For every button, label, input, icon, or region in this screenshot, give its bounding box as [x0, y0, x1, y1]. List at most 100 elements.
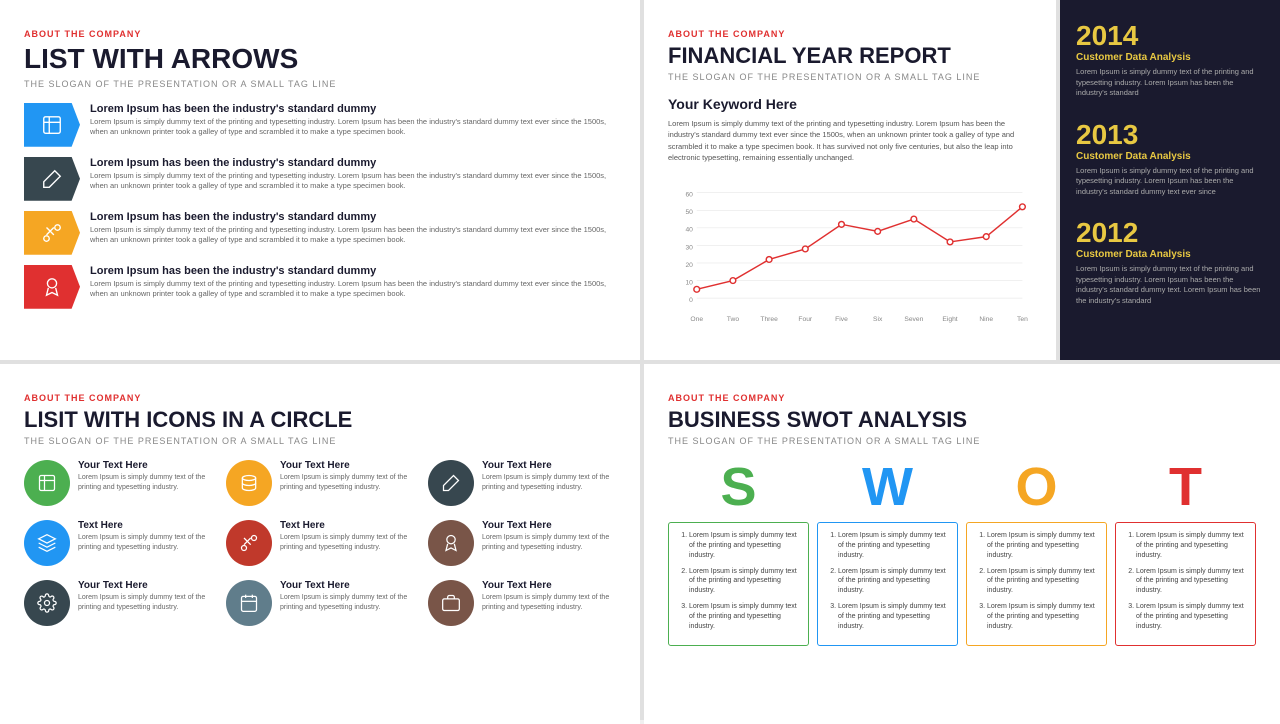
panel3-title: LISIT WITH ICONS IN A CIRCLE	[24, 408, 616, 432]
swot-list-item: Lorem Ipsum is simply dummy text of the …	[838, 567, 949, 596]
svg-text:0: 0	[689, 297, 693, 304]
swot-list: Lorem Ipsum is simply dummy text of the …	[677, 531, 800, 631]
svg-text:30: 30	[685, 244, 693, 251]
icon-heading: Your Text Here	[482, 580, 616, 591]
arrow-desc: Lorem Ipsum is simply dummy text of the …	[90, 225, 616, 246]
year-section-2014: 2014 Customer Data Analysis Lorem Ipsum …	[1076, 20, 1264, 99]
svg-text:60: 60	[685, 192, 693, 199]
year-section-2013: 2013 Customer Data Analysis Lorem Ipsum …	[1076, 119, 1264, 198]
icon-desc: Lorem Ipsum is simply dummy text of the …	[280, 533, 414, 553]
icon-heading: Your Text Here	[280, 460, 414, 471]
arrow-icon	[24, 157, 80, 201]
svg-text:Four: Four	[798, 316, 813, 323]
circle-icon	[24, 580, 70, 626]
icon-item: Your Text Here Lorem Ipsum is simply dum…	[428, 580, 616, 626]
icon-item: Text Here Lorem Ipsum is simply dummy te…	[24, 520, 212, 566]
panel3-tagline: THE SLOGAN OF THE PRESENTATION OR A SMAL…	[24, 436, 616, 446]
panel1-about: ABOUT THE COMPANY	[24, 29, 141, 39]
swot-list-item: Lorem Ipsum is simply dummy text of the …	[1136, 602, 1247, 631]
icon-text: Your Text Here Lorem Ipsum is simply dum…	[482, 520, 616, 553]
arrow-item: Lorem Ipsum has been the industry's stan…	[24, 265, 616, 309]
icon-desc: Lorem Ipsum is simply dummy text of the …	[482, 533, 616, 553]
icon-text: Your Text Here Lorem Ipsum is simply dum…	[482, 580, 616, 613]
swot-list-item: Lorem Ipsum is simply dummy text of the …	[987, 602, 1098, 631]
swot-box-0: Lorem Ipsum is simply dummy text of the …	[668, 522, 809, 646]
swot-list-item: Lorem Ipsum is simply dummy text of the …	[1136, 567, 1247, 596]
panel-icons-circle: ABOUT THE COMPANY LISIT WITH ICONS IN A …	[0, 364, 640, 724]
arrow-icon	[24, 265, 80, 309]
arrow-heading: Lorem Ipsum has been the industry's stan…	[90, 157, 616, 169]
circle-icon	[226, 580, 272, 626]
arrow-icon	[24, 103, 80, 147]
icon-desc: Lorem Ipsum is simply dummy text of the …	[482, 473, 616, 493]
panel4-about: ABOUT THE COMPANY	[668, 393, 785, 403]
arrow-item: Lorem Ipsum has been the industry's stan…	[24, 103, 616, 147]
arrow-text: Lorem Ipsum has been the industry's stan…	[90, 211, 616, 246]
swot-letter-T: T	[1115, 460, 1256, 514]
icon-item: Your Text Here Lorem Ipsum is simply dum…	[428, 460, 616, 506]
year-number: 2012	[1076, 217, 1264, 249]
panel2-tagline: THE SLOGAN OF THE PRESENTATION OR A SMAL…	[668, 72, 1032, 82]
circle-icon	[428, 520, 474, 566]
icon-grid: Your Text Here Lorem Ipsum is simply dum…	[24, 460, 616, 626]
chart-area: 0102030405060OneTwoThreeFourFiveSixSeven…	[668, 175, 1032, 335]
circle-icon	[428, 460, 474, 506]
icon-heading: Your Text Here	[78, 460, 212, 471]
svg-text:Seven: Seven	[904, 316, 923, 323]
svg-text:20: 20	[685, 262, 693, 269]
icon-heading: Your Text Here	[482, 520, 616, 531]
icon-desc: Lorem Ipsum is simply dummy text of the …	[78, 473, 212, 493]
icon-text: Your Text Here Lorem Ipsum is simply dum…	[280, 580, 414, 613]
circle-icon	[24, 520, 70, 566]
swot-box-3: Lorem Ipsum is simply dummy text of the …	[1115, 522, 1256, 646]
icon-item: Text Here Lorem Ipsum is simply dummy te…	[226, 520, 414, 566]
svg-text:One: One	[690, 316, 703, 323]
swot-box-2: Lorem Ipsum is simply dummy text of the …	[966, 522, 1107, 646]
line-chart: 0102030405060OneTwoThreeFourFiveSixSeven…	[668, 175, 1032, 335]
year-number: 2013	[1076, 119, 1264, 151]
year-subtitle: Customer Data Analysis	[1076, 52, 1264, 63]
panel-financial: ABOUT THE COMPANY FINANCIAL YEAR REPORT …	[644, 0, 1056, 360]
arrow-text: Lorem Ipsum has been the industry's stan…	[90, 265, 616, 300]
swot-letter-S: S	[668, 460, 809, 514]
arrow-text: Lorem Ipsum has been the industry's stan…	[90, 103, 616, 138]
panel-list-arrows: ABOUT THE COMPANY LIST WITH ARROWS THE S…	[0, 0, 640, 360]
year-section-2012: 2012 Customer Data Analysis Lorem Ipsum …	[1076, 217, 1264, 306]
panel1-title: LIST WITH ARROWS	[24, 44, 616, 75]
year-number: 2014	[1076, 20, 1264, 52]
swot-list-item: Lorem Ipsum is simply dummy text of the …	[1136, 531, 1247, 560]
arrow-heading: Lorem Ipsum has been the industry's stan…	[90, 265, 616, 277]
year-text: Lorem Ipsum is simply dummy text of the …	[1076, 264, 1264, 306]
icon-text: Your Text Here Lorem Ipsum is simply dum…	[78, 460, 212, 493]
icon-text: Text Here Lorem Ipsum is simply dummy te…	[280, 520, 414, 553]
icon-heading: Your Text Here	[280, 580, 414, 591]
panel2-title: FINANCIAL YEAR REPORT	[668, 44, 1032, 68]
arrow-desc: Lorem Ipsum is simply dummy text of the …	[90, 279, 616, 300]
panel2-desc: Lorem Ipsum is simply dummy text of the …	[668, 118, 1032, 163]
main-grid: ABOUT THE COMPANY LIST WITH ARROWS THE S…	[0, 0, 1280, 720]
arrow-item: Lorem Ipsum has been the industry's stan…	[24, 157, 616, 201]
circle-icon	[24, 460, 70, 506]
icon-heading: Your Text Here	[482, 460, 616, 471]
icon-item: Your Text Here Lorem Ipsum is simply dum…	[24, 580, 212, 626]
icon-text: Text Here Lorem Ipsum is simply dummy te…	[78, 520, 212, 553]
year-subtitle: Customer Data Analysis	[1076, 151, 1264, 162]
svg-text:40: 40	[685, 227, 693, 234]
swot-list-item: Lorem Ipsum is simply dummy text of the …	[987, 567, 1098, 596]
circle-icon	[226, 460, 272, 506]
panel-years: 2014 Customer Data Analysis Lorem Ipsum …	[1060, 0, 1280, 360]
swot-list: Lorem Ipsum is simply dummy text of the …	[975, 531, 1098, 631]
arrow-item: Lorem Ipsum has been the industry's stan…	[24, 211, 616, 255]
svg-text:Three: Three	[760, 316, 778, 323]
swot-list-item: Lorem Ipsum is simply dummy text of the …	[838, 602, 949, 631]
arrow-items-list: Lorem Ipsum has been the industry's stan…	[24, 103, 616, 309]
icon-item: Your Text Here Lorem Ipsum is simply dum…	[226, 580, 414, 626]
icon-heading: Text Here	[280, 520, 414, 531]
swot-list-item: Lorem Ipsum is simply dummy text of the …	[987, 531, 1098, 560]
arrow-heading: Lorem Ipsum has been the industry's stan…	[90, 211, 616, 223]
panel4-title: BUSINESS SWOT ANALYSIS	[668, 408, 1256, 432]
icon-item: Your Text Here Lorem Ipsum is simply dum…	[226, 460, 414, 506]
icon-heading: Your Text Here	[78, 580, 212, 591]
svg-text:Five: Five	[835, 316, 848, 323]
svg-text:10: 10	[685, 280, 693, 287]
